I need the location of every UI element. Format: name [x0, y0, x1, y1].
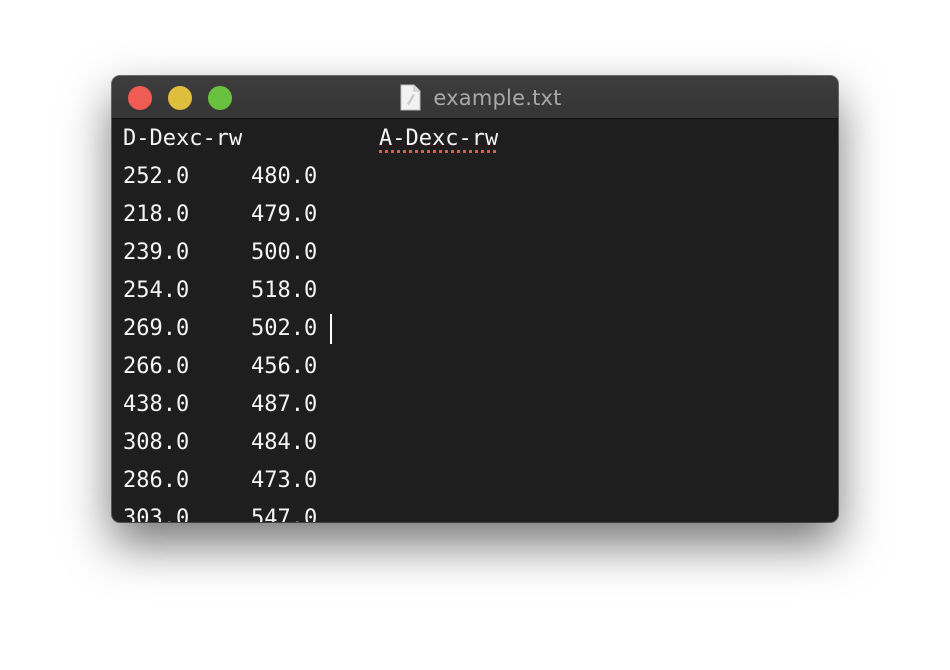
title-bar[interactable]: example.txt — [112, 76, 838, 119]
cell-d-dexc-rw: 252.0 — [123, 164, 190, 189]
cell-a-dexc-rw: 500.0 — [251, 240, 318, 265]
cell-a-dexc-rw: 479.0 — [251, 202, 318, 227]
window-title: example.txt — [433, 85, 562, 110]
cell-d-dexc-rw: 239.0 — [123, 240, 190, 265]
cell-d-dexc-rw: 308.0 — [123, 430, 190, 455]
header-line: D-Dexc-rw A-Dexc-rw — [123, 120, 498, 158]
cell-d-dexc-rw: 254.0 — [123, 278, 190, 303]
cell-d-dexc-rw: 218.0 — [123, 202, 190, 227]
cell-a-dexc-rw: 456.0 — [251, 354, 318, 379]
cell-d-dexc-rw: 269.0 — [123, 316, 190, 341]
text-content-area[interactable]: D-Dexc-rw A-Dexc-rw 252.0 480.0 218.0 479.0… — [112, 120, 838, 522]
document-icon[interactable] — [400, 84, 421, 111]
cell-d-dexc-rw: 303.0 — [123, 506, 190, 522]
cell-a-dexc-rw: 547.0 — [251, 506, 318, 522]
cell-d-dexc-rw: 266.0 — [123, 354, 190, 379]
cell-d-dexc-rw: 286.0 — [123, 468, 190, 493]
header-col-2-misspelled[interactable]: A-Dexc-rw — [379, 120, 498, 158]
header-col-1: D-Dexc-rw — [123, 126, 243, 151]
window-title-group: example.txt — [112, 76, 838, 119]
cell-a-dexc-rw: 473.0 — [251, 468, 318, 493]
cell-a-dexc-rw: 484.0 — [251, 430, 318, 455]
cell-a-dexc-rw: 487.0 — [251, 392, 318, 417]
cell-a-dexc-rw: 502.0 — [251, 316, 318, 341]
text-cursor — [330, 314, 332, 344]
cell-a-dexc-rw: 480.0 — [251, 164, 318, 189]
text-editor-window: example.txt D-Dexc-rw A-Dexc-rw 252.0 480… — [112, 76, 838, 522]
cell-d-dexc-rw: 438.0 — [123, 392, 190, 417]
cell-a-dexc-rw: 518.0 — [251, 278, 318, 303]
